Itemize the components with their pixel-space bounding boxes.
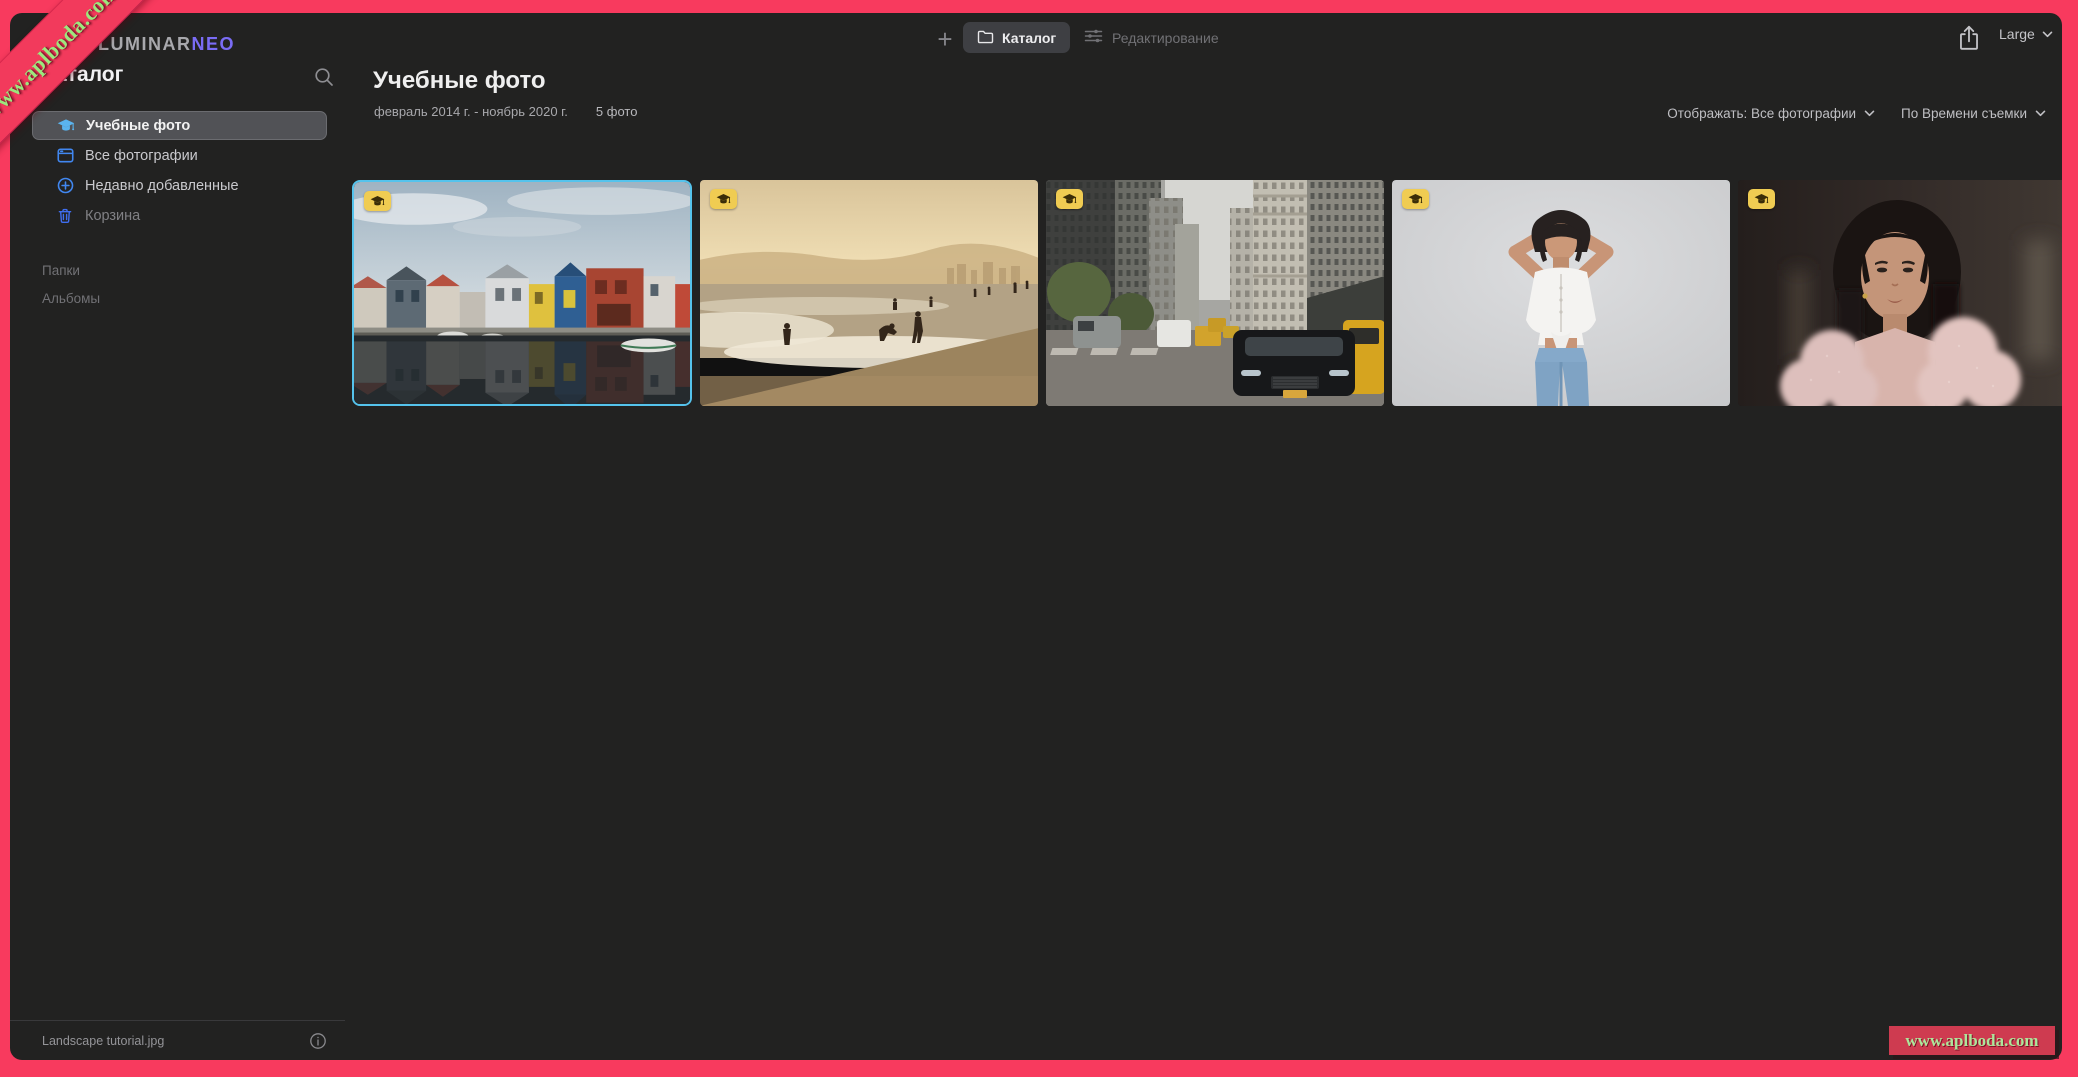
chevron-down-icon: [2042, 31, 2053, 38]
sidebar: LUMINARNEO Каталог Учебные фото Все фото…: [10, 13, 345, 1060]
photo-thumbnail-canal-houses[interactable]: [352, 180, 692, 406]
sidebar-item-label: Все фотографии: [85, 148, 198, 164]
tutorial-badge-icon: [710, 189, 737, 209]
photo-thumbnail-beach[interactable]: [700, 180, 1038, 406]
sidebar-section-albums[interactable]: Альбомы: [42, 291, 100, 306]
tab-edit-label: Редактирование: [1112, 30, 1219, 46]
photo-thumbnail-portrait[interactable]: [1738, 180, 2062, 406]
trash-icon: [56, 207, 74, 225]
chevron-down-icon: [2035, 110, 2046, 117]
thumbnail-size-dropdown[interactable]: Large: [1999, 26, 2053, 42]
sidebar-item-recently-added[interactable]: Недавно добавленные: [32, 171, 327, 200]
watermark-box-text: www.aplboda.com: [1905, 1031, 2038, 1051]
photo-library-icon: [56, 147, 74, 165]
photo-thumbnail-studio-model[interactable]: [1392, 180, 1730, 406]
sidebar-section-folders[interactable]: Папки: [42, 263, 80, 278]
tutorial-badge-icon: [1402, 189, 1429, 209]
sidebar-item-all-photos[interactable]: Все фотографии: [32, 141, 327, 170]
current-file-name: Landscape tutorial.jpg: [42, 1034, 309, 1048]
tab-catalog[interactable]: Каталог: [963, 22, 1070, 53]
sidebar-footer: Landscape tutorial.jpg: [10, 1020, 345, 1060]
sidebar-item-label: Корзина: [85, 208, 140, 224]
sidebar-item-label: Учебные фото: [86, 118, 190, 134]
chevron-down-icon: [1864, 110, 1875, 117]
tutorial-badge-icon: [1748, 189, 1775, 209]
tutorial-badge-icon: [364, 191, 391, 211]
tab-edit[interactable]: Редактирование: [1084, 22, 1219, 53]
logo-text-neo: NEO: [192, 34, 236, 54]
add-button[interactable]: +: [930, 24, 960, 54]
app-logo: LUMINARNEO: [98, 34, 235, 55]
tab-catalog-label: Каталог: [1002, 30, 1056, 46]
album-meta: февраль 2014 г. - ноябрь 2020 г. 5 фото: [374, 104, 637, 119]
app-window: LUMINARNEO Каталог Учебные фото Все фото…: [10, 13, 2062, 1060]
search-icon[interactable]: [313, 66, 335, 88]
photo-thumbnail-city-street[interactable]: [1046, 180, 1384, 406]
sidebar-nav: Учебные фото Все фотографии Недавно доба…: [32, 111, 327, 230]
thumbnail-size-value: Large: [1999, 26, 2035, 42]
view-filters: Отображать: Все фотографии По Времени съ…: [1667, 106, 2046, 121]
filter-dropdown[interactable]: Отображать: Все фотографии: [1667, 106, 1875, 121]
filter-dropdown-label: Отображать: Все фотографии: [1667, 106, 1856, 121]
plus-circle-icon: [56, 177, 74, 195]
sidebar-item-tutorial-photos[interactable]: Учебные фото: [32, 111, 327, 140]
share-icon[interactable]: [1957, 24, 1981, 52]
photo-grid: [352, 180, 2062, 406]
tutorial-badge-icon: [1056, 189, 1083, 209]
sort-dropdown-label: По Времени съемки: [1901, 106, 2027, 121]
graduation-cap-icon: [57, 117, 75, 135]
folder-icon: [977, 29, 994, 47]
sidebar-item-label: Недавно добавленные: [85, 178, 239, 194]
sidebar-item-trash[interactable]: Корзина: [32, 201, 327, 230]
info-icon[interactable]: [309, 1032, 327, 1050]
logo-text-luminar: LUMINAR: [98, 34, 192, 54]
watermark-box: www.aplboda.com: [1889, 1026, 2055, 1055]
album-date-range: февраль 2014 г. - ноябрь 2020 г.: [374, 104, 568, 119]
sliders-icon: [1084, 28, 1103, 47]
page-title: Учебные фото: [373, 67, 546, 95]
album-photo-count: 5 фото: [596, 104, 638, 119]
sort-dropdown[interactable]: По Времени съемки: [1901, 106, 2046, 121]
